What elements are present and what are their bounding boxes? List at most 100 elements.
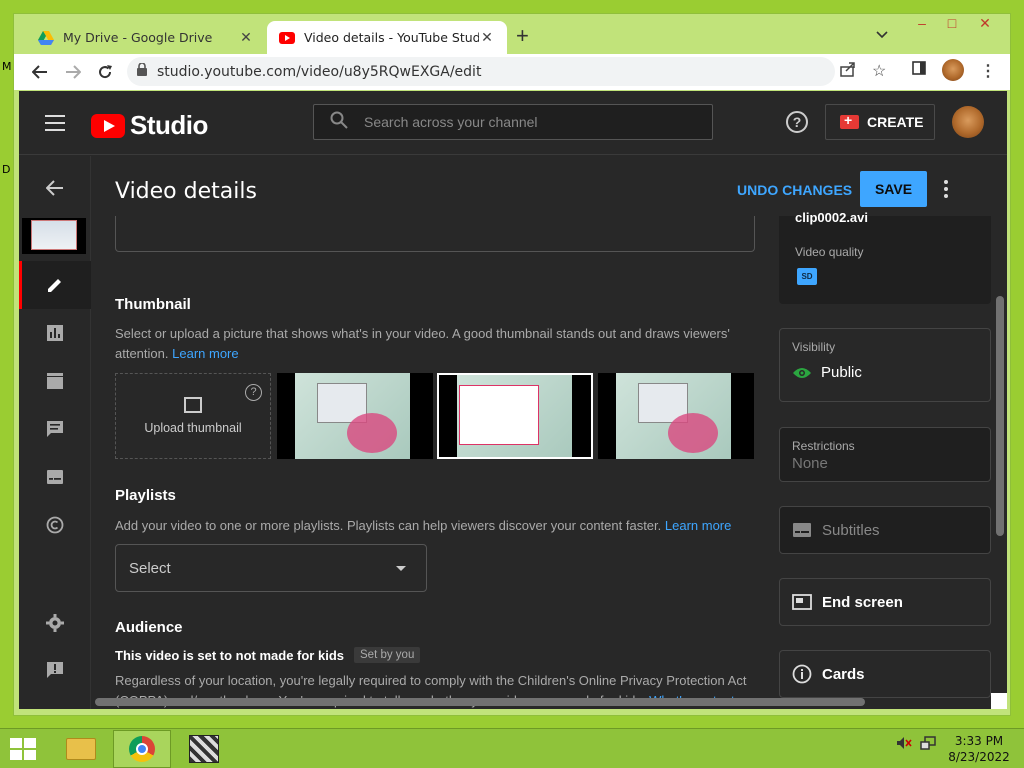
- dropdown-arrow-icon: [396, 566, 406, 571]
- youtube-play-icon: [91, 113, 125, 138]
- tab-title: Video details - YouTube Studio: [304, 30, 479, 45]
- thumbnail-option-3[interactable]: [598, 373, 754, 459]
- restrictions-value: None: [792, 455, 828, 472]
- upload-thumbnail-button[interactable]: Upload thumbnail ?: [115, 373, 271, 459]
- network-icon[interactable]: [920, 736, 938, 755]
- system-clock[interactable]: 3:33 PM 8/23/2022: [946, 733, 1012, 765]
- editor-clapper-icon[interactable]: [43, 369, 67, 393]
- studio-header: Studio Search across your channel ? CREA…: [19, 91, 1007, 155]
- video-quality-label: Video quality: [795, 245, 864, 259]
- audience-heading: Audience: [115, 619, 183, 636]
- close-tab-icon[interactable]: ✕: [479, 30, 495, 46]
- end-screen-row: End screen: [792, 579, 903, 625]
- info-circle-icon: [792, 664, 812, 684]
- playlists-description: Add your video to one or more playlists.…: [115, 516, 755, 536]
- share-icon[interactable]: [840, 61, 856, 82]
- tab-search-button[interactable]: [876, 26, 888, 42]
- bookmark-star-icon[interactable]: ☆: [872, 61, 886, 81]
- studio-logo[interactable]: Studio: [91, 110, 208, 141]
- upload-thumbnail-label: Upload thumbnail: [144, 421, 242, 435]
- maximize-button[interactable]: □: [937, 14, 967, 32]
- video-details-content: Video details UNDO CHANGES SAVE Thumbnai…: [92, 156, 1007, 709]
- scrollbar-corner: [991, 693, 1007, 709]
- analytics-icon[interactable]: [43, 321, 67, 345]
- search-icon: [330, 111, 348, 134]
- close-tab-icon[interactable]: ✕: [238, 30, 254, 46]
- playlists-heading: Playlists: [115, 487, 176, 504]
- end-screen-label: End screen: [822, 593, 903, 611]
- playlists-learn-more-link[interactable]: Learn more: [665, 518, 731, 533]
- desktop-fragment-1: M: [2, 60, 12, 73]
- settings-gear-icon[interactable]: [43, 611, 67, 635]
- thumbnail-description: Select or upload a picture that shows wh…: [115, 324, 755, 364]
- clock-time: 3:33 PM: [954, 734, 1004, 748]
- hamburger-menu-icon[interactable]: [45, 115, 65, 131]
- audience-status-text: This video is set to not made for kids: [115, 647, 344, 663]
- back-icon[interactable]: [25, 57, 55, 87]
- save-button[interactable]: SAVE: [860, 171, 927, 207]
- create-button[interactable]: CREATE: [825, 104, 935, 140]
- playlist-select-value: Select: [129, 559, 171, 577]
- profile-avatar[interactable]: [942, 59, 964, 81]
- playlists-desc-text: Add your video to one or more playlists.…: [115, 518, 662, 533]
- subtitles-card-icon: [792, 522, 812, 538]
- end-screen-icon: [792, 594, 812, 610]
- playlist-select-dropdown[interactable]: Select: [115, 544, 427, 592]
- video-camera-icon: [840, 112, 859, 129]
- undo-changes-button[interactable]: UNDO CHANGES: [737, 182, 852, 198]
- tab-google-drive[interactable]: My Drive - Google Drive ✕: [26, 21, 266, 54]
- address-bar[interactable]: studio.youtube.com/video/u8y5RQwEXGA/edi…: [127, 57, 835, 86]
- thumbnail-learn-more-link[interactable]: Learn more: [172, 346, 238, 361]
- visibility-label: Visibility: [792, 340, 836, 354]
- description-field[interactable]: [115, 216, 755, 252]
- end-screen-card[interactable]: End screen: [779, 578, 991, 626]
- file-explorer-icon[interactable]: [52, 730, 110, 768]
- back-arrow-icon[interactable]: [43, 176, 67, 200]
- subtitles-icon[interactable]: [43, 465, 67, 489]
- muted-speaker-icon[interactable]: [896, 736, 912, 753]
- help-circle-icon[interactable]: ?: [245, 384, 262, 401]
- side-panel-icon[interactable]: [912, 61, 926, 80]
- windows-start-icon[interactable]: [10, 738, 38, 762]
- forward-icon[interactable]: [58, 57, 88, 87]
- more-options-icon[interactable]: [944, 180, 948, 201]
- restrictions-card: Restrictions None: [779, 427, 991, 482]
- minimize-button[interactable]: –: [907, 14, 937, 32]
- browser-window: My Drive - Google Drive ✕ Video details …: [13, 13, 1011, 716]
- reload-icon[interactable]: [90, 57, 120, 87]
- thumbnail-option-1[interactable]: [277, 373, 433, 459]
- tab-youtube-studio[interactable]: Video details - YouTube Studio ✕: [267, 21, 507, 54]
- window-close-button[interactable]: ✕: [970, 14, 1000, 32]
- browser-toolbar: studio.youtube.com/video/u8y5RQwEXGA/edi…: [14, 54, 1010, 90]
- video-app-icon[interactable]: [175, 730, 233, 768]
- video-thumbnail-mini[interactable]: [22, 218, 86, 254]
- page-title: Video details: [115, 179, 257, 204]
- copyright-icon[interactable]: [43, 513, 67, 537]
- sd-quality-badge: SD: [797, 268, 817, 285]
- chrome-icon[interactable]: [113, 730, 171, 768]
- help-icon[interactable]: ?: [786, 111, 808, 133]
- restrictions-label: Restrictions: [792, 439, 855, 453]
- comments-icon[interactable]: [43, 417, 67, 441]
- horizontal-scrollbar[interactable]: [95, 698, 865, 706]
- pencil-edit-icon[interactable]: [43, 273, 67, 297]
- search-placeholder: Search across your channel: [364, 114, 538, 130]
- visibility-public-text: Public: [821, 364, 862, 381]
- taskbar: 3:33 PM 8/23/2022: [0, 728, 1024, 768]
- vertical-scrollbar[interactable]: [996, 296, 1004, 536]
- desktop-fragment-2: D: [2, 163, 11, 176]
- subtitles-row: Subtitles: [792, 507, 880, 553]
- new-tab-button[interactable]: +: [516, 25, 529, 47]
- search-input[interactable]: Search across your channel: [313, 104, 713, 140]
- channel-avatar[interactable]: [952, 106, 984, 138]
- cards-card[interactable]: Cards: [779, 650, 991, 698]
- tab-strip: My Drive - Google Drive ✕ Video details …: [14, 14, 1010, 54]
- eye-icon: [792, 366, 812, 380]
- cards-label: Cards: [822, 665, 865, 683]
- tab-title: My Drive - Google Drive: [63, 30, 213, 45]
- browser-menu-icon[interactable]: ⋮: [980, 61, 996, 81]
- thumbnail-option-2-selected[interactable]: [437, 373, 593, 459]
- visibility-card[interactable]: Visibility Public: [779, 328, 991, 402]
- lock-icon: [137, 61, 147, 81]
- feedback-icon[interactable]: [43, 658, 67, 682]
